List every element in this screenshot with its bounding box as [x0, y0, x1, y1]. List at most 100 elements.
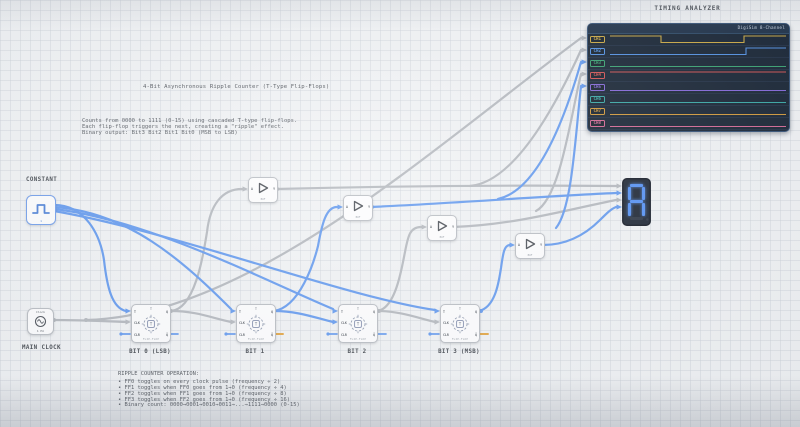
- pin-label-clk: CLK: [341, 321, 347, 325]
- buffer-3[interactable]: A Y BUF: [515, 233, 545, 259]
- pin-label-q: Q: [475, 309, 477, 314]
- wire-bit0q-to-bit1-clk: [169, 309, 233, 324]
- flipflop-bit2-label: BIT 2: [347, 349, 367, 355]
- constant-value: 1: [40, 219, 42, 223]
- buffer-caption: BUF: [527, 253, 533, 257]
- flipflop-type-label: T: [459, 306, 461, 311]
- flipflop-bit2[interactable]: T T CLK CLR Q Q̄ T FLIP-FLOP: [338, 304, 378, 343]
- seven-segment-icon: [622, 178, 651, 226]
- pin-label-clr: CLR: [239, 332, 245, 337]
- flipflop-bit3-label: BIT 3 (MSB): [438, 349, 480, 355]
- flipflop-type-label: T: [150, 306, 152, 311]
- segment-dp: [646, 218, 649, 221]
- flipflop-type-label: T: [255, 306, 257, 311]
- clock-component[interactable]: Clock 1 Hz: [27, 308, 54, 335]
- analyzer-rows: CH1 CH2 CH3 CH4 CH5 CH6 CH7 CH8: [588, 34, 789, 130]
- description-line: Binary output: Bit3 Bit2 Bit1 Bit0 (MSB …: [82, 130, 238, 137]
- pin-label-a: A: [518, 242, 520, 247]
- pin-label-t: T: [341, 309, 343, 314]
- analyzer-header: DigiSim 8-Channel: [588, 24, 789, 34]
- pin-label-y: Y: [368, 204, 370, 209]
- notes-block: RIPPLE COUNTER OPERATION: • FF0 toggles …: [118, 371, 300, 409]
- pin-label-a: A: [430, 224, 432, 229]
- flipflop-gear-icon: T: [141, 314, 161, 333]
- channel-label: CH7: [590, 107, 605, 116]
- analyzer-channel-row[interactable]: CH6: [588, 94, 789, 106]
- input-arrows: [125, 35, 622, 325]
- buffer-caption: BUF: [260, 197, 266, 201]
- pin-label-t: T: [239, 309, 241, 314]
- wire-bit1q-to-bit2-clk: [272, 309, 335, 324]
- analyzer-channel-row[interactable]: CH7: [588, 106, 789, 118]
- wire-buf2-to-display: [369, 191, 618, 209]
- pin-label-q: Q: [166, 309, 168, 314]
- flipflop-caption: FLIP-FLOP: [349, 337, 367, 341]
- pin-label-q: Q: [373, 309, 375, 314]
- wire-buf3-to-display: [451, 198, 618, 229]
- pin-label-a: A: [346, 204, 348, 209]
- timing-analyzer-title: TIMING ANALYZER: [654, 5, 721, 12]
- analyzer-channel-row[interactable]: CH1: [588, 34, 789, 46]
- buffer-0[interactable]: A Y BUF: [248, 177, 278, 203]
- pin-label-clr: CLR: [134, 332, 140, 337]
- pin-label-clk: CLK: [443, 321, 449, 325]
- pin-label-y: Y: [540, 242, 542, 247]
- pin-label-q: Q: [271, 309, 273, 314]
- flipflop-bit1[interactable]: T T CLK CLR Q Q̄ T FLIP-FLOP: [236, 304, 276, 343]
- analyzer-channel-row[interactable]: CH8: [588, 118, 789, 130]
- wire-constant-to-bit2-t: [52, 207, 335, 311]
- pin-label-qbar: Q̄: [271, 332, 273, 337]
- analyzer-channel-row[interactable]: CH4: [588, 70, 789, 82]
- wire-buf4-to-analyzer-ch5: [554, 84, 583, 230]
- channel-label: CH1: [590, 35, 605, 44]
- flipflop-gear-icon: T: [348, 314, 368, 333]
- flipflop-bit0[interactable]: T T CLK CLR Q Q̄ T FLIP-FLOP: [131, 304, 171, 343]
- flipflop-type-label: T: [357, 306, 359, 311]
- buffer-caption: BUF: [355, 215, 361, 219]
- wire-clock-to-analyzer-ch1: [84, 36, 583, 322]
- pin-label-y: Y: [452, 224, 454, 229]
- description-block: Counts from 0000 to 1111 (0-15) using ca…: [82, 118, 297, 136]
- analyzer-channel-row[interactable]: CH3: [588, 58, 789, 70]
- channel-label: CH6: [590, 95, 605, 104]
- buffer-triangle-icon: [437, 220, 448, 232]
- analyzer-channel-row[interactable]: CH2: [588, 46, 789, 58]
- page-title: 4-Bit Asynchronous Ripple Counter (T-Typ…: [143, 84, 330, 90]
- buffer-triangle-icon: [525, 238, 536, 250]
- wire-bit3q-to-buf4: [477, 243, 512, 313]
- flipflop-caption: FLIP-FLOP: [451, 337, 469, 341]
- pin-label-y: Y: [273, 186, 275, 191]
- analyzer-channel-row[interactable]: CH5: [588, 82, 789, 94]
- segment-g: [630, 200, 643, 203]
- flipflop-bit3[interactable]: T T CLK CLR Q Q̄ T FLIP-FLOP: [440, 304, 480, 343]
- flipflop-caption: FLIP-FLOP: [142, 337, 160, 341]
- segment-b: [642, 187, 645, 200]
- flipflop-bit1-label: BIT 1: [245, 349, 265, 355]
- segment-f: [628, 187, 631, 200]
- buffer-1[interactable]: A Y BUF: [343, 195, 373, 221]
- analyzer-brand: DigiSim 8-Channel: [737, 26, 785, 31]
- pin-label-a: A: [251, 186, 253, 191]
- pin-label-qbar: Q̄: [166, 332, 168, 337]
- constant-component[interactable]: 1: [26, 195, 56, 225]
- pin-label-clk: CLK: [239, 321, 245, 325]
- channel-label: CH4: [590, 71, 605, 80]
- timing-analyzer-panel[interactable]: DigiSim 8-Channel CH1 CH2 CH3 CH4 CH5 CH6 CH7 C…: [587, 23, 790, 132]
- flipflop-gear-icon: T: [246, 314, 266, 333]
- pin-label-t: T: [134, 309, 136, 314]
- pin-label-qbar: Q̄: [475, 332, 477, 337]
- pin-label-clr: CLR: [443, 332, 449, 337]
- wire-bit1q-to-buf2: [272, 205, 339, 313]
- buffer-triangle-icon: [353, 200, 364, 212]
- seven-segment-display[interactable]: [622, 178, 651, 226]
- wire-buf1-to-display: [274, 184, 618, 191]
- buffer-2[interactable]: A Y BUF: [427, 215, 457, 241]
- buffer-caption: BUF: [439, 235, 445, 239]
- pin-label-t: T: [443, 309, 445, 314]
- channel-label: CH8: [590, 119, 605, 128]
- channel-label: CH2: [590, 47, 605, 56]
- pin-label-qbar: Q̄: [373, 332, 375, 337]
- simulator-canvas[interactable]: CONSTANT 1 Clock 1 Hz MAIN CLOCK T T CLK…: [0, 0, 800, 427]
- clock-frequency: 1 Hz: [36, 329, 45, 333]
- flipflop-caption: FLIP-FLOP: [247, 337, 265, 341]
